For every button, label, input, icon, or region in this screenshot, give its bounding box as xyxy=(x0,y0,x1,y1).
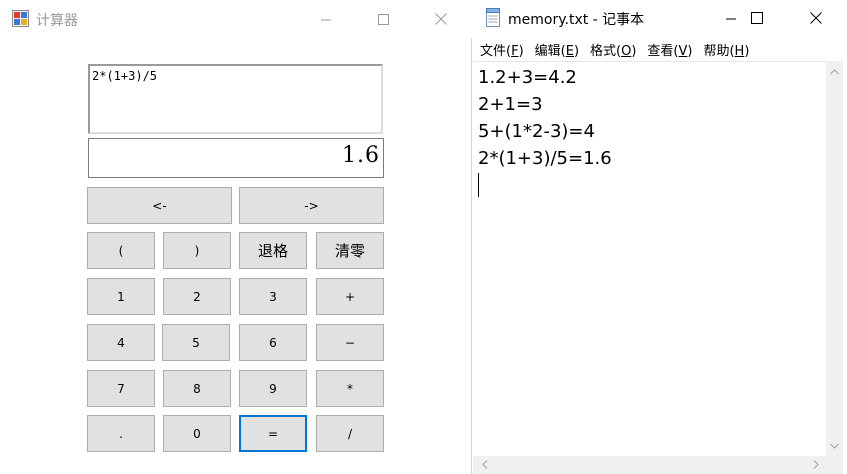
calculator-window: 计算器 2*(1+3)/5 1.6 <- -> ( ) 退格 清零 1 2 3 xyxy=(0,0,472,474)
backspace-button[interactable]: 退格 xyxy=(239,232,307,269)
expression-text: 2*(1+3)/5 xyxy=(92,69,158,83)
cursor-right-button[interactable]: -> xyxy=(239,187,384,224)
chevron-left-icon xyxy=(481,460,487,469)
clear-button[interactable]: 清零 xyxy=(316,232,384,269)
notepad-maximize-button[interactable] xyxy=(734,0,780,36)
result-display[interactable]: 1.6 xyxy=(88,138,384,178)
chevron-down-icon xyxy=(830,443,839,449)
text-line: 5+(1*2-3)=4 xyxy=(478,121,595,142)
text-caret xyxy=(478,173,479,197)
digit-9-button[interactable]: 9 xyxy=(239,370,307,407)
menu-help[interactable]: 帮助(H) xyxy=(703,37,749,61)
multiply-button[interactable]: * xyxy=(316,370,384,407)
expression-input[interactable]: 2*(1+3)/5 xyxy=(88,64,383,134)
digit-8-button[interactable]: 8 xyxy=(163,370,231,407)
menu-format[interactable]: 格式(O) xyxy=(590,37,636,61)
equals-button[interactable]: = xyxy=(239,415,307,452)
menu-edit[interactable]: 编辑(E) xyxy=(535,37,579,61)
calculator-window-title: 计算器 xyxy=(36,13,78,29)
cursor-left-button[interactable]: <- xyxy=(87,187,232,224)
result-value: 1.6 xyxy=(342,143,380,168)
left-paren-button[interactable]: ( xyxy=(87,232,155,269)
digit-7-button[interactable]: 7 xyxy=(87,370,155,407)
chevron-up-icon xyxy=(830,68,839,74)
plus-button[interactable]: + xyxy=(316,278,384,315)
notepad-text-area[interactable]: 1.2+3=4.2 2+1=3 5+(1*2-3)=4 2*(1+3)/5=1.… xyxy=(473,61,826,456)
calculator-minimize-button[interactable] xyxy=(303,0,349,38)
digit-4-button[interactable]: 4 xyxy=(87,324,155,361)
maximize-icon xyxy=(751,12,763,24)
notepad-close-button[interactable] xyxy=(793,0,839,36)
digit-1-button[interactable]: 1 xyxy=(87,278,155,315)
notepad-window-title: memory.txt - 记事本 xyxy=(508,12,645,28)
menu-file[interactable]: 文件(F) xyxy=(480,37,524,61)
scroll-up-button[interactable] xyxy=(826,63,843,80)
notepad-titlebar[interactable]: memory.txt - 记事本 xyxy=(473,0,847,36)
digit-0-button[interactable]: 0 xyxy=(163,415,231,452)
desktop: 计算器 2*(1+3)/5 1.6 <- -> ( ) 退格 清零 1 2 3 xyxy=(0,0,847,474)
vertical-scrollbar[interactable] xyxy=(826,61,843,456)
text-line: 2+1=3 xyxy=(478,94,543,115)
scroll-left-button[interactable] xyxy=(476,456,493,473)
menu-view[interactable]: 查看(V) xyxy=(647,37,692,61)
scrollbar-corner xyxy=(826,456,843,474)
decimal-point-button[interactable]: . xyxy=(87,415,155,452)
notepad-window: memory.txt - 记事本 文件(F) 编辑(E) 格式(O) 查看(V)… xyxy=(473,0,847,474)
text-line: 1.2+3=4.2 xyxy=(478,67,577,88)
digit-5-button[interactable]: 5 xyxy=(162,324,230,361)
digit-3-button[interactable]: 3 xyxy=(239,278,307,315)
notepad-lines: 1.2+3=4.2 2+1=3 5+(1*2-3)=4 2*(1+3)/5=1.… xyxy=(478,64,612,172)
horizontal-scrollbar[interactable] xyxy=(473,456,826,474)
digit-6-button[interactable]: 6 xyxy=(239,324,307,361)
notepad-menubar: 文件(F) 编辑(E) 格式(O) 查看(V) 帮助(H) xyxy=(473,37,847,61)
close-icon xyxy=(435,13,447,25)
minus-button[interactable]: − xyxy=(316,324,384,361)
minimize-icon xyxy=(320,19,331,20)
notepad-app-icon xyxy=(486,8,500,27)
scroll-down-button[interactable] xyxy=(826,437,843,454)
right-paren-button[interactable]: ) xyxy=(163,232,231,269)
chevron-right-icon xyxy=(813,460,819,469)
calculator-titlebar[interactable]: 计算器 xyxy=(0,0,472,38)
text-line: 2*(1+3)/5=1.6 xyxy=(478,148,612,169)
calculator-app-icon xyxy=(12,10,29,27)
maximize-icon xyxy=(377,13,389,25)
calculator-maximize-button[interactable] xyxy=(360,0,406,38)
digit-2-button[interactable]: 2 xyxy=(163,278,231,315)
close-icon xyxy=(810,12,822,24)
divide-button[interactable]: / xyxy=(316,415,384,452)
calculator-close-button[interactable] xyxy=(418,0,464,38)
scroll-right-button[interactable] xyxy=(807,456,824,473)
